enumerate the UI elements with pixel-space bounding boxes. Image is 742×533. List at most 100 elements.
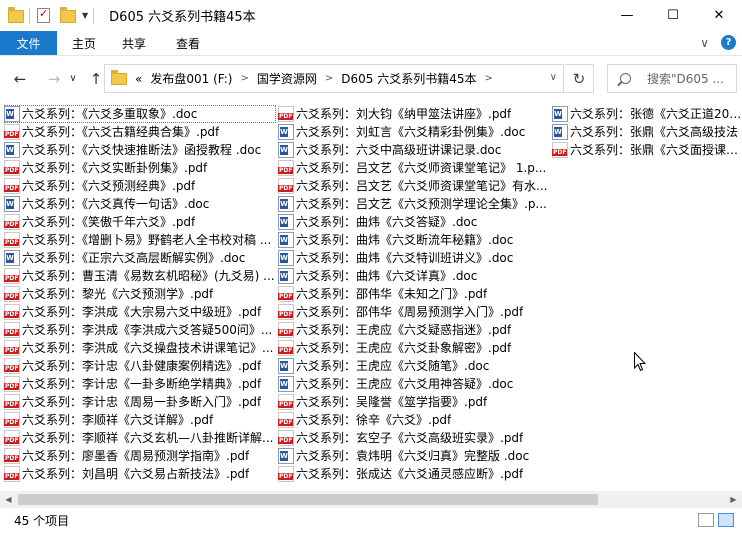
pdf-file-icon	[4, 448, 20, 464]
tab-home[interactable]: 主页	[59, 31, 109, 55]
back-button[interactable]: ←	[8, 67, 32, 91]
close-button[interactable]: ✕	[696, 0, 742, 31]
file-item[interactable]: 六爻系列：曲炜《六爻断流年秘籍》.doc	[278, 231, 550, 249]
quick-access-dropdown-icon[interactable]: ▼	[82, 11, 88, 20]
file-name: 六爻系列：张德《六爻正道2009	[570, 107, 742, 121]
file-item[interactable]: 六爻系列：李洪成《李洪成六爻答疑500问》...	[4, 321, 276, 339]
details-view-button[interactable]	[698, 513, 714, 527]
address-dropdown-icon[interactable]: ∨	[550, 72, 557, 83]
file-item[interactable]: 六爻系列：曲炜《六爻详真》.doc	[278, 267, 550, 285]
file-item[interactable]: 六爻系列：《增删卜易》野鹤老人全书校对稿 ...	[4, 231, 276, 249]
maximize-button[interactable]: ☐	[650, 0, 696, 31]
file-name: 六爻系列：《笑傲千年六爻》.pdf	[22, 215, 196, 229]
tab-share[interactable]: 共享	[109, 31, 159, 55]
file-item[interactable]: 六爻系列：《六爻快速推断法》函授教程 .doc	[4, 141, 276, 159]
file-item[interactable]: 六爻系列：李洪成《六爻操盘技术讲课笔记》...	[4, 339, 276, 357]
file-name: 六爻系列：黎光《六爻预测学》.pdf	[22, 287, 214, 301]
pdf-file-icon	[4, 340, 20, 356]
file-item[interactable]: 六爻系列：李顺祥《六爻详解》.pdf	[4, 411, 276, 429]
list-view-button[interactable]	[718, 513, 734, 527]
recent-locations-button[interactable]: ∨	[66, 67, 80, 91]
file-item[interactable]: 六爻系列：黎光《六爻预测学》.pdf	[4, 285, 276, 303]
word-doc-icon	[278, 250, 294, 266]
file-item[interactable]: 六爻系列：张德《六爻正道2009	[552, 105, 742, 123]
file-item[interactable]: 六爻系列：吕文艺《六爻预测学理论全集》.p...	[278, 195, 550, 213]
chevron-right-icon[interactable]: >	[240, 73, 248, 84]
file-name: 六爻系列：曹玉清《易数玄机昭秘》(九爻易) ...	[22, 269, 275, 283]
file-item[interactable]: 六爻系列：《六爻预测经典》.pdf	[4, 177, 276, 195]
search-input[interactable]: 搜索"D605 ...	[607, 64, 737, 93]
expand-ribbon-icon[interactable]: ∨	[700, 36, 709, 50]
file-item[interactable]: 六爻系列：邵伟华《未知之门》.pdf	[278, 285, 550, 303]
chevron-right-icon[interactable]: >	[325, 73, 333, 84]
new-folder-icon[interactable]	[60, 6, 76, 24]
tab-view[interactable]: 查看	[163, 31, 213, 55]
file-item[interactable]: 六爻系列：袁炜明《六爻归真》完整版 .doc	[278, 447, 550, 465]
address-bar[interactable]: « 发布盘001 (F:) > 国学资源网 > D605 六爻系列书籍45本 >…	[104, 64, 564, 93]
file-item[interactable]: 六爻系列：曲炜《六爻答疑》.doc	[278, 213, 550, 231]
file-item[interactable]: 六爻系列：李计忠《八卦健康案例精选》.pdf	[4, 357, 276, 375]
file-item[interactable]: 六爻系列：王虎应《六爻疑惑指迷》.pdf	[278, 321, 550, 339]
file-item[interactable]: 六爻系列：徐辛《六爻》.pdf	[278, 411, 550, 429]
file-item[interactable]: 六爻系列：曲炜《六爻特训班讲义》.doc	[278, 249, 550, 267]
file-name: 六爻系列：李顺祥《六爻玄机—八卦推断详解...	[22, 431, 274, 445]
file-item[interactable]: 六爻系列：《六爻古籍经典合集》.pdf	[4, 123, 276, 141]
file-item[interactable]: 六爻系列：廖墨香《周易预测学指南》.pdf	[4, 447, 276, 465]
file-name: 六爻系列：李计忠《周易一卦多断入门》.pdf	[22, 395, 262, 409]
file-item[interactable]: 六爻系列：吕文艺《六爻师资课堂笔记》有水...	[278, 177, 550, 195]
divider	[93, 7, 95, 24]
tab-file[interactable]: 文件	[0, 31, 57, 55]
file-item[interactable]: 六爻系列：李计忠《周易一卦多断入门》.pdf	[4, 393, 276, 411]
file-item[interactable]: 六爻系列：《六爻多重取象》.doc	[4, 105, 276, 123]
file-item[interactable]: 六爻系列：《正宗六爻高层断解实例》.doc	[4, 249, 276, 267]
file-name: 六爻系列：刘昌明《六爻易占新技法》.pdf	[22, 467, 250, 481]
pdf-file-icon	[4, 232, 20, 248]
pdf-file-icon	[278, 322, 294, 338]
pdf-file-icon	[278, 340, 294, 356]
file-item[interactable]: 六爻系列：张成达《六爻通灵感应断》.pdf	[278, 465, 550, 483]
file-item[interactable]: 六爻系列：刘昌明《六爻易占新技法》.pdf	[4, 465, 276, 483]
help-icon[interactable]: ?	[721, 35, 736, 50]
file-item[interactable]: 六爻系列：刘虹言《六爻精彩卦例集》.doc	[278, 123, 550, 141]
file-item[interactable]: 六爻系列：六爻中高级班讲课记录.doc	[278, 141, 550, 159]
file-item[interactable]: 六爻系列：曹玉清《易数玄机昭秘》(九爻易) ...	[4, 267, 276, 285]
window-title: D605 六爻系列书籍45本	[109, 10, 256, 25]
breadcrumb-drive[interactable]: 发布盘001 (F:)	[150, 70, 232, 87]
forward-button[interactable]: →	[42, 67, 66, 91]
word-doc-icon	[278, 376, 294, 392]
word-doc-icon	[552, 106, 568, 122]
chevron-right-icon[interactable]: >	[484, 73, 492, 84]
horizontal-scrollbar[interactable]: ◀ ▶	[0, 491, 742, 508]
file-item[interactable]: 六爻系列：《六爻真传一句话》.doc	[4, 195, 276, 213]
file-item[interactable]: 六爻系列：张鼎《六爻面授课堂笔	[552, 141, 742, 159]
file-item[interactable]: 六爻系列：玄空子《六爻高级班实录》.pdf	[278, 429, 550, 447]
file-item[interactable]: 六爻系列：张鼎《六爻高级技法	[552, 123, 742, 141]
scroll-left-icon[interactable]: ◀	[0, 491, 17, 508]
file-item[interactable]: 六爻系列：《笑傲千年六爻》.pdf	[4, 213, 276, 231]
file-name: 六爻系列：曲炜《六爻特训班讲义》.doc	[296, 251, 514, 265]
file-item[interactable]: 六爻系列：吴隆誉《筮学指要》.pdf	[278, 393, 550, 411]
file-item[interactable]: 六爻系列：《六爻实断卦例集》.pdf	[4, 159, 276, 177]
file-item[interactable]: 六爻系列：刘大钧《纳甲筮法讲座》.pdf	[278, 105, 550, 123]
file-column-2: 六爻系列：刘大钧《纳甲筮法讲座》.pdf 六爻系列：刘虹言《六爻精彩卦例集》.do…	[278, 105, 550, 483]
scrollbar-thumb[interactable]	[18, 494, 598, 505]
breadcrumb-folder[interactable]: 国学资源网	[257, 70, 317, 87]
refresh-button[interactable]: ↻	[565, 64, 594, 93]
file-item[interactable]: 六爻系列：李计忠《一卦多断绝学精典》.pdf	[4, 375, 276, 393]
file-item[interactable]: 六爻系列：王虎应《六爻卦象解密》.pdf	[278, 339, 550, 357]
breadcrumb-overflow[interactable]: «	[135, 72, 142, 86]
file-item[interactable]: 六爻系列：邵伟华《周易预测学入门》.pdf	[278, 303, 550, 321]
file-item[interactable]: 六爻系列：李顺祥《六爻玄机—八卦推断详解...	[4, 429, 276, 447]
file-item[interactable]: 六爻系列：吕文艺《六爻师资课堂笔记》 1.p...	[278, 159, 550, 177]
pdf-file-icon	[278, 304, 294, 320]
minimize-button[interactable]: —	[604, 0, 650, 31]
file-item[interactable]: 六爻系列：王虎应《六爻用神答疑》.doc	[278, 375, 550, 393]
file-item[interactable]: 六爻系列：李洪成《大宗易六爻中级班》.pdf	[4, 303, 276, 321]
file-item[interactable]: 六爻系列：王虎应《六爻随笔》.doc	[278, 357, 550, 375]
breadcrumb-current[interactable]: D605 六爻系列书籍45本	[341, 70, 476, 87]
title-bar: ▼ D605 六爻系列书籍45本 — ☐ ✕	[0, 0, 742, 31]
pdf-file-icon	[278, 394, 294, 410]
scroll-right-icon[interactable]: ▶	[725, 491, 742, 508]
properties-icon[interactable]	[37, 7, 50, 23]
file-name: 六爻系列：张鼎《六爻面授课堂笔	[570, 143, 742, 157]
